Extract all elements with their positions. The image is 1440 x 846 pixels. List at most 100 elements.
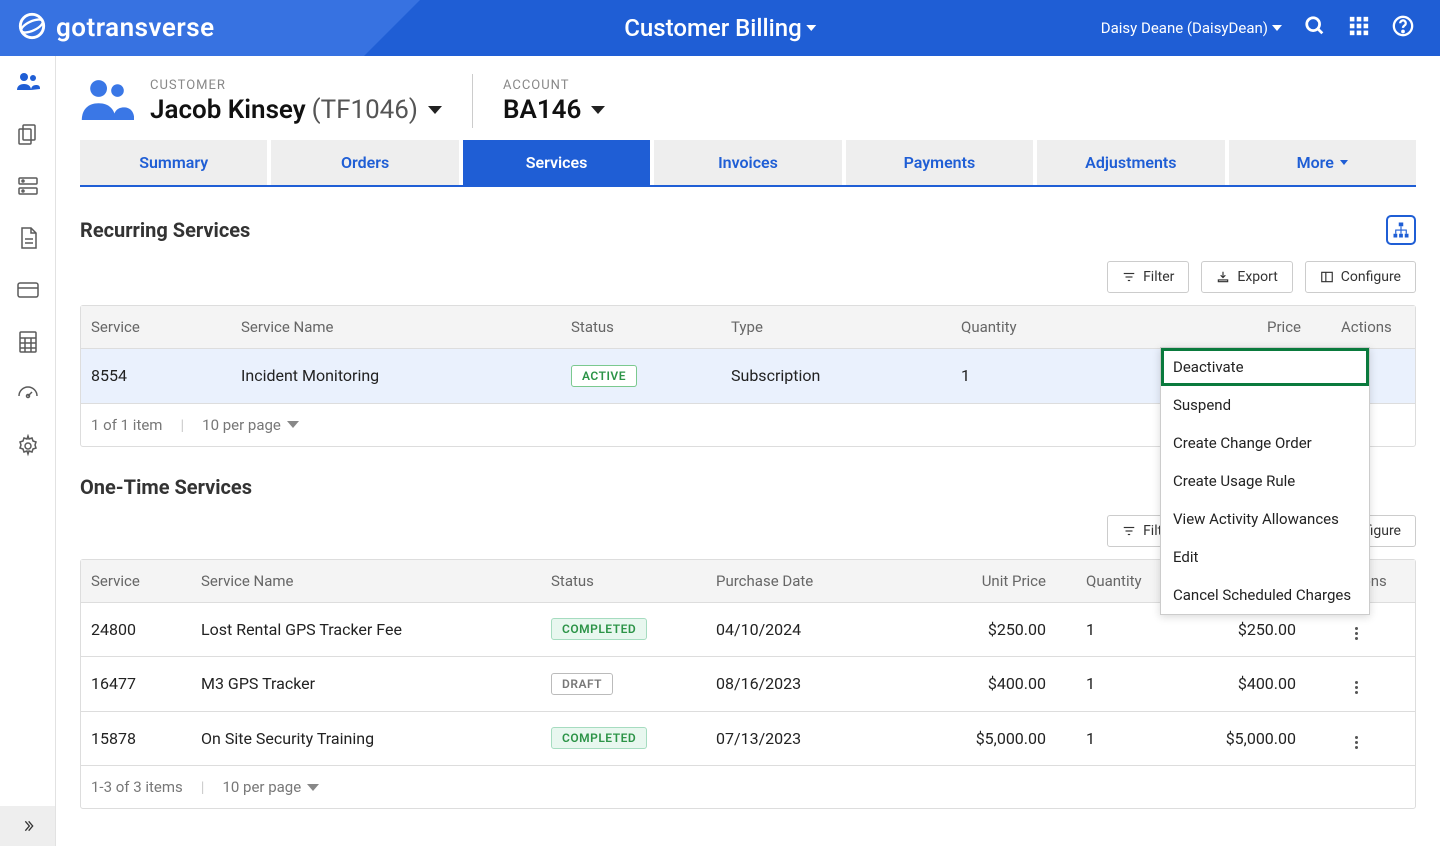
per-page-label: 10 per page — [222, 778, 301, 796]
cell-price: $5,000.00 — [1196, 717, 1326, 760]
cell-service-name: M3 GPS Tracker — [191, 662, 541, 705]
row-actions-button[interactable] — [1347, 731, 1365, 753]
tab-more[interactable]: More — [1229, 140, 1416, 185]
recurring-services-section: Recurring Services Filter Export Configu… — [80, 215, 1416, 447]
user-menu[interactable]: Daisy Deane (DaisyDean) — [1101, 19, 1282, 37]
menu-item-deactivate[interactable]: Deactivate — [1161, 348, 1369, 386]
sidebar-item-dashboard[interactable] — [16, 382, 40, 410]
tab-services[interactable]: Services — [463, 140, 654, 185]
per-page-selector[interactable]: 10 per page — [222, 778, 319, 796]
table-header: Service Service Name Status Type Quantit… — [81, 306, 1415, 349]
menu-item-create-change-order[interactable]: Create Change Order — [1161, 424, 1369, 462]
section-title: Recurring Services — [80, 218, 250, 242]
tabs: Summary Orders Services Invoices Payment… — [80, 140, 1416, 187]
tab-invoices[interactable]: Invoices — [654, 140, 845, 185]
status-badge: DRAFT — [551, 673, 613, 695]
menu-item-cancel-scheduled-charges[interactable]: Cancel Scheduled Charges — [1161, 576, 1369, 614]
cell-service: 24800 — [81, 608, 191, 651]
cell-unit-price: $400.00 — [906, 662, 1076, 705]
col-unit-price[interactable]: Unit Price — [906, 560, 1076, 602]
module-title: Customer Billing — [624, 14, 802, 42]
col-service[interactable]: Service — [81, 306, 231, 348]
tab-adjustments[interactable]: Adjustments — [1037, 140, 1228, 185]
item-count: 1 of 1 item — [91, 416, 162, 434]
cell-price: $400.00 — [1196, 662, 1326, 705]
status-badge: ACTIVE — [571, 365, 637, 387]
topbar: gotransverse Customer Billing Daisy Dean… — [0, 0, 1440, 56]
cell-status: DRAFT — [541, 661, 706, 707]
sidebar-item-calculator[interactable] — [16, 330, 40, 358]
per-page-selector[interactable]: 10 per page — [202, 416, 299, 434]
col-service[interactable]: Service — [81, 560, 191, 602]
sidebar-item-server[interactable] — [16, 174, 40, 202]
col-quantity[interactable]: Quantity — [951, 306, 1121, 348]
col-service-name[interactable]: Service Name — [231, 306, 561, 348]
cell-status: ACTIVE — [561, 353, 721, 399]
menu-item-view-activity-allowances[interactable]: View Activity Allowances — [1161, 500, 1369, 538]
sidebar-expand-button[interactable] — [0, 806, 55, 846]
sidebar-item-document[interactable] — [16, 226, 40, 254]
cell-quantity: 1 — [951, 354, 1121, 397]
col-actions: Actions — [1331, 306, 1391, 348]
app-launcher-button[interactable] — [1348, 15, 1370, 41]
cell-service-name: Lost Rental GPS Tracker Fee — [191, 608, 541, 651]
chevron-down-icon — [1272, 25, 1282, 31]
col-service-name[interactable]: Service Name — [191, 560, 541, 602]
item-count: 1-3 of 3 items — [91, 778, 183, 796]
chevron-down-icon — [307, 784, 319, 791]
export-button[interactable]: Export — [1201, 261, 1292, 293]
table-row[interactable]: 15878 On Site Security Training COMPLETE… — [81, 712, 1415, 767]
menu-item-edit[interactable]: Edit — [1161, 538, 1369, 576]
row-actions-button[interactable] — [1347, 622, 1365, 644]
account-selector[interactable]: BA146 — [503, 95, 605, 125]
account-name: BA146 — [503, 95, 581, 125]
filter-button[interactable]: Filter — [1107, 261, 1189, 293]
menu-item-create-usage-rule[interactable]: Create Usage Rule — [1161, 462, 1369, 500]
cell-unit-price: $5,000.00 — [906, 717, 1076, 760]
table-row[interactable]: 16477 M3 GPS Tracker DRAFT 08/16/2023 $4… — [81, 657, 1415, 712]
status-badge: COMPLETED — [551, 727, 647, 749]
col-price[interactable]: Price — [1121, 306, 1331, 348]
brand-logo-icon — [18, 12, 46, 44]
configure-label: Configure — [1341, 269, 1401, 285]
cell-quantity: 1 — [1076, 717, 1196, 760]
chevron-down-icon — [1340, 160, 1348, 165]
sidebar-item-card[interactable] — [16, 278, 40, 306]
search-button[interactable] — [1304, 15, 1326, 41]
cell-actions — [1326, 712, 1386, 766]
hierarchy-button[interactable] — [1386, 215, 1416, 245]
cell-service-name: On Site Security Training — [191, 717, 541, 760]
sidebar-item-settings[interactable] — [16, 434, 40, 462]
cell-service: 16477 — [81, 662, 191, 705]
tab-payments[interactable]: Payments — [846, 140, 1037, 185]
col-status[interactable]: Status — [541, 560, 706, 602]
module-switcher[interactable]: Customer Billing — [624, 14, 816, 42]
customer-id: (TF1046) — [312, 95, 418, 125]
sidebar-item-customers[interactable] — [16, 70, 40, 98]
col-status[interactable]: Status — [561, 306, 721, 348]
tab-summary[interactable]: Summary — [80, 140, 271, 185]
col-purchase-date[interactable]: Purchase Date — [706, 560, 906, 602]
help-button[interactable] — [1392, 15, 1414, 41]
sidebar-item-copy[interactable] — [16, 122, 40, 150]
cell-quantity: 1 — [1076, 662, 1196, 705]
customer-selector[interactable]: Jacob Kinsey (TF1046) — [150, 95, 442, 125]
customer-name: Jacob Kinsey — [150, 95, 306, 125]
configure-button[interactable]: Configure — [1305, 261, 1416, 293]
chevron-down-icon — [806, 25, 816, 31]
sidebar — [0, 56, 56, 846]
recurring-toolbar: Filter Export Configure — [80, 261, 1416, 293]
filter-label: Filter — [1143, 269, 1174, 285]
customer-label: CUSTOMER — [150, 78, 442, 93]
chevron-down-icon — [287, 421, 299, 428]
menu-item-suspend[interactable]: Suspend — [1161, 386, 1369, 424]
cell-type: Subscription — [721, 354, 951, 397]
row-actions-button[interactable] — [1347, 677, 1365, 699]
per-page-label: 10 per page — [202, 416, 281, 434]
cell-status: COMPLETED — [541, 715, 706, 761]
tab-orders[interactable]: Orders — [271, 140, 462, 185]
cell-service: 8554 — [81, 354, 231, 397]
cell-service-name: Incident Monitoring — [231, 354, 561, 397]
chevron-down-icon — [428, 106, 442, 114]
col-type[interactable]: Type — [721, 306, 951, 348]
